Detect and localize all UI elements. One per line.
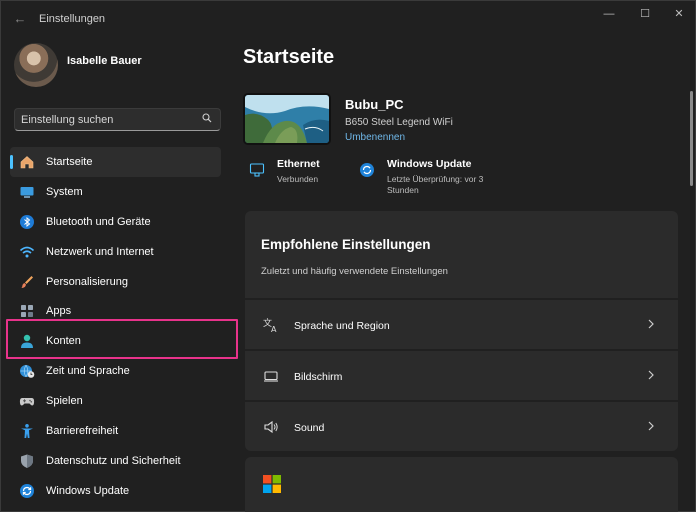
sidebar-item-label: Apps (46, 305, 72, 318)
monitor-icon (20, 186, 34, 198)
apps-icon (21, 305, 33, 318)
sidebar-item-label: Netzwerk und Internet (46, 245, 154, 258)
sidebar-item-label: Windows Update (46, 484, 130, 497)
chevron-right-icon (648, 421, 654, 431)
accessibility-icon (21, 424, 33, 439)
recommended-row-bildschirm[interactable]: Bildschirm (245, 349, 678, 399)
card-title: Empfohlene Einstellungen (261, 237, 431, 252)
avatar[interactable] (14, 43, 58, 87)
sidebar-item-bluetooth[interactable]: Bluetooth und Geräte (10, 207, 221, 237)
language-icon: 文 A (263, 317, 277, 333)
sidebar-item-label: Startseite (46, 156, 93, 168)
bluetooth-icon (20, 214, 34, 229)
maximize-icon[interactable]: ☐ (631, 5, 659, 23)
active-indicator (10, 155, 13, 169)
chevron-right-icon (648, 370, 654, 380)
status-title: Windows Update (387, 158, 472, 170)
recommended-row-sound[interactable]: Sound (245, 400, 678, 450)
windows-update-icon (20, 483, 34, 498)
sidebar-item-label: Barrierefreiheit (46, 425, 119, 438)
sidebar-item-label: Zeit und Sprache (46, 365, 130, 378)
minimize-icon[interactable]: — (595, 5, 623, 23)
back-arrow-icon[interactable]: ← (11, 10, 29, 28)
sidebar-item-datenschutz[interactable]: Datenschutz und Sicherheit (10, 446, 221, 476)
sidebar-item-apps[interactable]: Apps (10, 296, 221, 326)
status-ethernet[interactable]: Ethernet Verbunden (249, 158, 349, 192)
gamepad-icon (19, 398, 35, 406)
search-box[interactable] (14, 108, 221, 131)
display-icon (264, 371, 278, 382)
settings-window: ← Einstellungen — ☐ ✕ Isabelle Bauer Sta… (0, 0, 696, 512)
row-label: Bildschirm (294, 371, 343, 383)
title-bar: ← Einstellungen — ☐ ✕ (1, 1, 695, 37)
shield-icon (21, 454, 33, 468)
home-icon (20, 156, 34, 169)
status-subtitle: Verbunden (277, 174, 319, 184)
ethernet-icon (249, 163, 265, 177)
microsoft-card (245, 457, 678, 512)
search-input[interactable] (21, 112, 196, 128)
speaker-icon (264, 420, 278, 434)
close-icon[interactable]: ✕ (665, 5, 693, 23)
scrollbar[interactable] (690, 91, 693, 186)
app-title: Einstellungen (39, 13, 106, 25)
row-label: Sprache und Region (294, 320, 390, 332)
sidebar-item-label: Personalisierung (46, 275, 128, 288)
sidebar-item-system[interactable]: System (10, 177, 221, 207)
sidebar-item-label: Datenschutz und Sicherheit (46, 454, 181, 467)
device-wallpaper-thumbnail (243, 93, 331, 145)
search-icon[interactable] (202, 113, 212, 123)
microsoft-logo-icon (263, 475, 281, 493)
recommended-row-sprache[interactable]: 文 A Sprache und Region (245, 298, 678, 348)
paintbrush-icon (21, 275, 33, 288)
sidebar-item-label: Bluetooth und Geräte (46, 215, 151, 228)
user-name: Isabelle Bauer (67, 55, 142, 67)
sidebar-item-startseite[interactable]: Startseite (10, 147, 221, 177)
device-model: B650 Steel Legend WiFi (345, 117, 453, 128)
chevron-right-icon (648, 319, 654, 329)
rename-link[interactable]: Umbenennen (345, 132, 405, 143)
page-title: Startseite (243, 46, 335, 68)
sidebar-item-konten[interactable]: Konten (10, 326, 221, 356)
wifi-icon (19, 246, 35, 258)
row-label: Sound (294, 422, 325, 434)
globe-clock-icon (20, 365, 35, 379)
sidebar-nav: Startseite System Bluetooth und Geräte N… (10, 147, 250, 506)
status-windows-update[interactable]: Windows Update Letzte Überprüfung: vor 3… (359, 158, 509, 198)
sync-icon (360, 163, 374, 177)
landscape-image-icon (245, 95, 329, 143)
sidebar-item-label: System (46, 185, 83, 198)
sidebar-item-personalisierung[interactable]: Personalisierung (10, 267, 221, 297)
sidebar-item-spielen[interactable]: Spielen (10, 386, 221, 416)
device-name: Bubu_PC (345, 97, 404, 112)
recommended-settings-card: Empfohlene Einstellungen Zuletzt und häu… (245, 211, 678, 451)
sidebar-item-windows-update[interactable]: Windows Update (10, 476, 221, 506)
sidebar-item-zeit-sprache[interactable]: Zeit und Sprache (10, 356, 221, 386)
status-title: Ethernet (277, 158, 320, 170)
card-subtitle: Zuletzt und häufig verwendete Einstellun… (261, 266, 448, 277)
person-icon (21, 335, 33, 349)
sidebar-item-netzwerk[interactable]: Netzwerk und Internet (10, 237, 221, 267)
sidebar-item-label: Spielen (46, 395, 83, 408)
sidebar-item-barrierefreiheit[interactable]: Barrierefreiheit (10, 416, 221, 446)
svg-text:A: A (271, 325, 277, 333)
sidebar-item-label: Konten (46, 335, 81, 348)
status-subtitle: Letzte Überprüfung: vor 3 Stunden (387, 174, 484, 195)
